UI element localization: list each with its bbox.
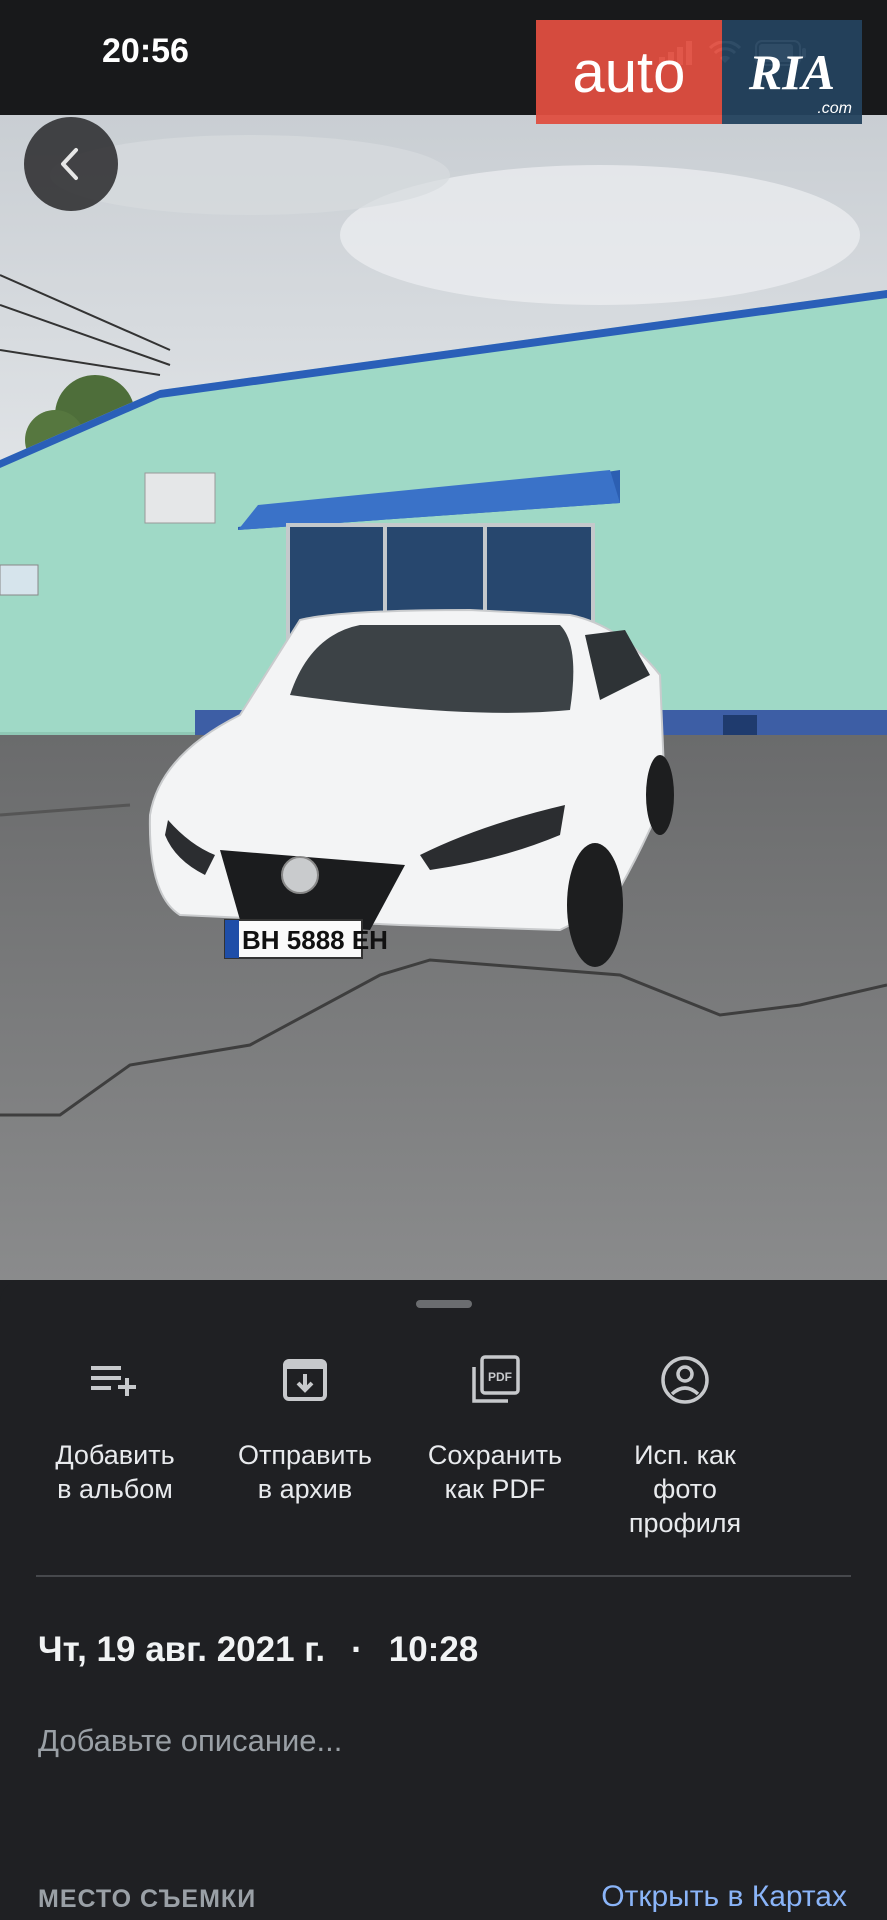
datetime-separator: · [351, 1630, 363, 1669]
location-section-label: МЕСТО СЪЕМКИ [38, 1885, 257, 1913]
chevron-left-icon [61, 148, 78, 180]
use-as-profile-photo-label: Исп. как фото профиля [628, 1440, 742, 1538]
use-as-profile-photo-button[interactable]: Исп. как фото профиля [590, 1350, 780, 1540]
svg-text:PDF: PDF [488, 1370, 512, 1384]
photo-date: Чт, 19 авг. 2021 г. [38, 1630, 326, 1669]
photo-time: 10:28 [388, 1630, 479, 1669]
description-input[interactable]: Добавьте описание... [38, 1723, 342, 1759]
watermark-com: .com [817, 100, 852, 117]
license-plate-text: BH 5888 EH [242, 925, 388, 955]
playlist-add-icon [85, 1350, 145, 1410]
add-to-album-button[interactable]: Добавить в альбом [20, 1350, 210, 1540]
status-time: 20:56 [102, 32, 189, 70]
photo-datetime: Чт, 19 авг. 2021 г. · 10:28 [38, 1630, 478, 1670]
divider [36, 1575, 851, 1577]
archive-label: Отправить в архив [238, 1440, 372, 1504]
account-circle-icon [655, 1350, 715, 1410]
open-in-maps-link[interactable]: Открыть в Картах [601, 1880, 847, 1914]
watermark-ria-text: RIA .com [722, 20, 862, 124]
autoria-watermark: auto RIA .com [536, 20, 866, 124]
action-row: Добавить в альбом Отправить в архив PDF [20, 1350, 780, 1540]
car-photo-image: BH 5888 EH [0, 115, 887, 1280]
car-photo[interactable]: BH 5888 EH [0, 115, 887, 1280]
watermark-auto-text: auto [536, 20, 722, 124]
back-button[interactable] [24, 117, 118, 211]
archive-button[interactable]: Отправить в архив [210, 1350, 400, 1540]
pdf-icon: PDF [465, 1350, 525, 1410]
add-to-album-label: Добавить в альбом [55, 1440, 175, 1504]
info-bottom-sheet: Добавить в альбом Отправить в архив PDF [0, 1280, 887, 1920]
archive-icon [275, 1350, 335, 1410]
drag-handle[interactable] [416, 1300, 472, 1308]
save-as-pdf-label: Сохранить как PDF [427, 1440, 563, 1504]
save-as-pdf-button[interactable]: PDF Сохранить как PDF [400, 1350, 590, 1540]
watermark-ria: RIA [748, 44, 836, 100]
